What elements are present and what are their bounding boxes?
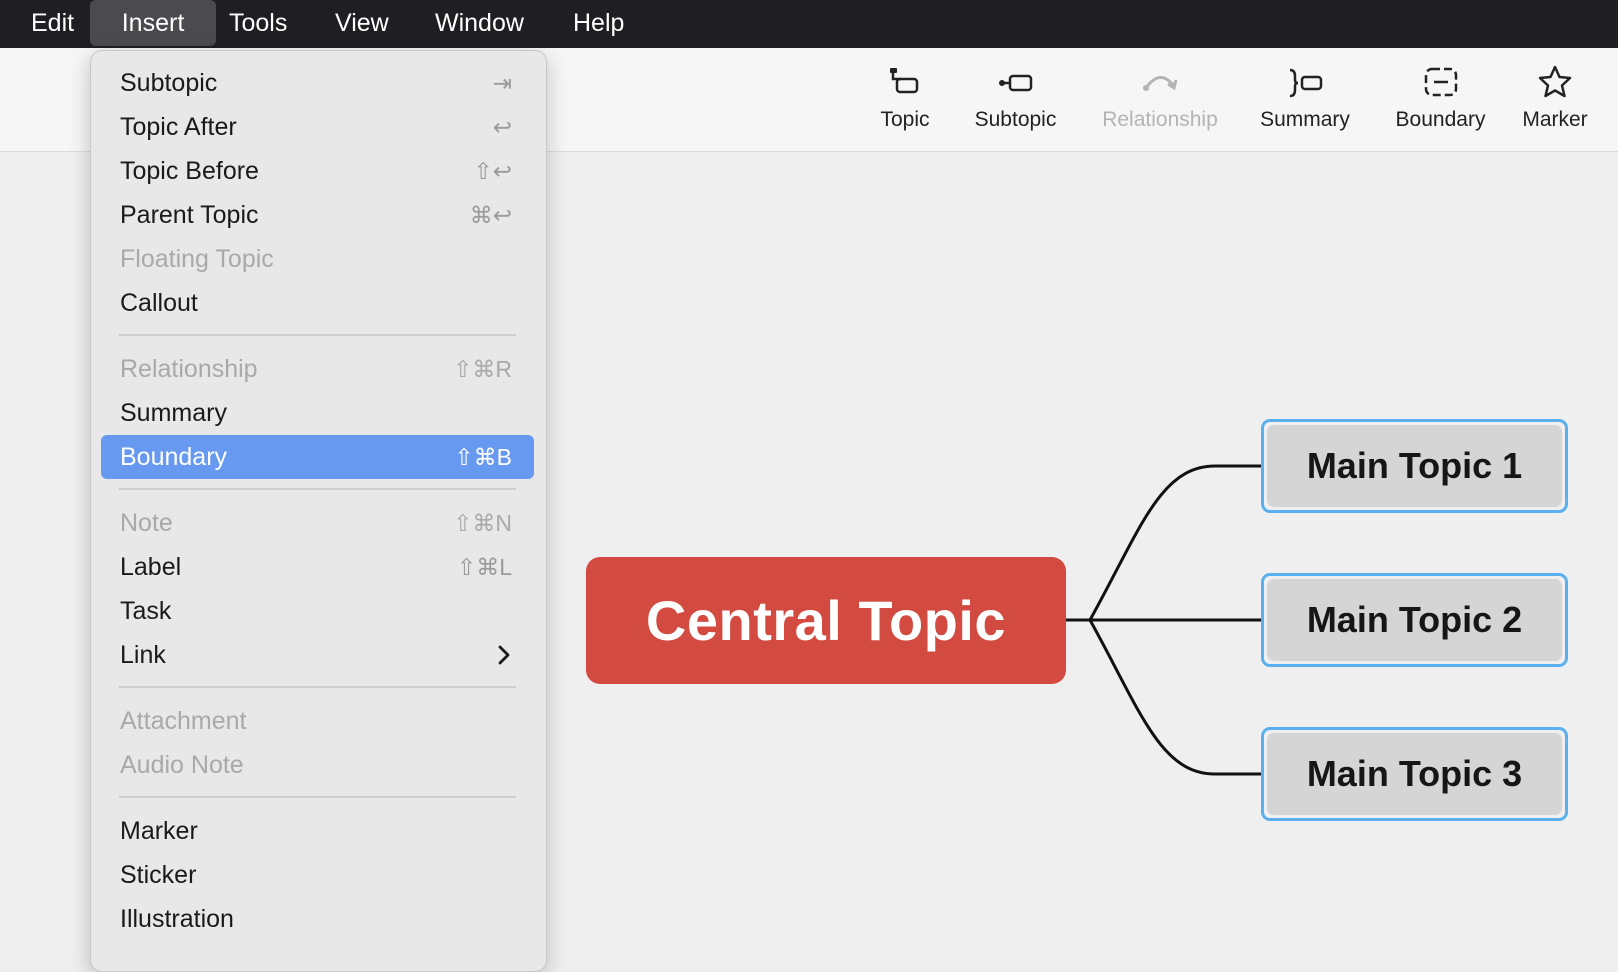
menu-item-note[interactable]: Note ⇧⌘N: [101, 501, 534, 545]
menu-item-label: Attachment: [120, 707, 247, 735]
menu-item-label: Boundary: [120, 443, 228, 471]
menu-item-label: Summary: [120, 399, 227, 427]
chevron-right-icon: [498, 645, 510, 665]
menu-item-label: Parent Topic: [120, 201, 259, 229]
shortcut-label: ⇧⌘R: [453, 356, 512, 382]
connector-main-topic-3: [1088, 619, 1264, 776]
main-topic-1-selection[interactable]: Main Topic 1: [1261, 419, 1568, 513]
menu-item-attachment[interactable]: Attachment: [101, 699, 534, 743]
menu-item-label: Topic Before: [120, 157, 259, 185]
menu-item-parent-topic[interactable]: Parent Topic ⌘↩: [101, 193, 534, 237]
shortcut-label: ⌘↩: [469, 202, 512, 228]
menu-item-topic-before[interactable]: Topic Before ⇧↩: [101, 149, 534, 193]
menu-item-label: Marker: [120, 817, 198, 845]
menu-item-label: Link: [120, 641, 166, 669]
menu-item-label: Note: [120, 509, 173, 537]
menu-item-label: Topic After: [120, 113, 237, 141]
menu-item-link[interactable]: Link: [101, 633, 534, 677]
menu-item-illustration[interactable]: Illustration: [101, 897, 534, 941]
menu-separator: [119, 488, 516, 490]
main-topic-1[interactable]: Main Topic 1: [1267, 425, 1562, 507]
shortcut-label: ↩: [492, 114, 512, 140]
menu-item-relationship[interactable]: Relationship ⇧⌘R: [101, 347, 534, 391]
menu-item-summary[interactable]: Summary: [101, 391, 534, 435]
shortcut-label: ⇧⌘L: [456, 554, 512, 580]
menu-item-marker[interactable]: Marker: [101, 809, 534, 853]
main-topic-2-selection[interactable]: Main Topic 2: [1261, 573, 1568, 667]
menu-item-audio-note[interactable]: Audio Note: [101, 743, 534, 787]
menu-item-sticker[interactable]: Sticker: [101, 853, 534, 897]
menu-item-label: Relationship: [120, 355, 258, 383]
insert-menu: Subtopic ⇥ Topic After ↩ Topic Before ⇧↩…: [90, 50, 547, 972]
shortcut-label: ⇧↩: [473, 158, 512, 184]
menu-item-label: Audio Note: [120, 751, 244, 779]
shortcut-label: ⇧⌘N: [453, 510, 512, 536]
menu-item-label-insert[interactable]: Label ⇧⌘L: [101, 545, 534, 589]
menu-separator: [119, 796, 516, 798]
central-topic[interactable]: Central Topic: [586, 557, 1066, 684]
shortcut-label: ⇧⌘B: [454, 444, 512, 470]
menu-item-label: Task: [120, 597, 172, 625]
menu-item-topic-after[interactable]: Topic After ↩: [101, 105, 534, 149]
menu-item-callout[interactable]: Callout: [101, 281, 534, 325]
menu-item-label: Label: [120, 553, 182, 581]
menu-separator: [119, 334, 516, 336]
main-topic-2[interactable]: Main Topic 2: [1267, 579, 1562, 661]
menu-item-label: Sticker: [120, 861, 197, 889]
menu-separator: [119, 686, 516, 688]
main-topic-3-selection[interactable]: Main Topic 3: [1261, 727, 1568, 821]
menu-item-task[interactable]: Task: [101, 589, 534, 633]
menu-item-subtopic[interactable]: Subtopic ⇥: [101, 61, 534, 105]
shortcut-label: ⇥: [492, 70, 512, 96]
menu-item-label: Subtopic: [120, 69, 218, 97]
menu-item-floating-topic[interactable]: Floating Topic: [101, 237, 534, 281]
menu-item-boundary[interactable]: Boundary ⇧⌘B: [101, 435, 534, 479]
main-topic-3[interactable]: Main Topic 3: [1267, 733, 1562, 815]
connector-main-topic-1: [1088, 464, 1264, 621]
menu-item-label: Floating Topic: [120, 245, 274, 273]
menu-item-label: Callout: [120, 289, 198, 317]
menu-item-label: Illustration: [120, 905, 234, 933]
